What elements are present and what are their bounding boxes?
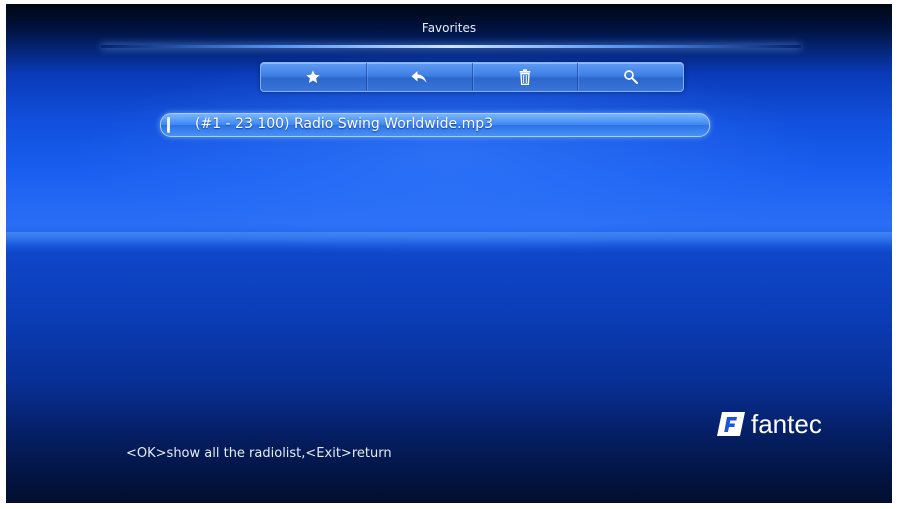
page-title: Favorites (421, 21, 477, 35)
search-button[interactable] (578, 63, 683, 91)
list-item[interactable]: (#1 - 23 100) Radio Swing Worldwide.mp3 (160, 113, 710, 137)
tv-screen: Favorites (#1 - 23 100) Radio Swing Worl… (6, 4, 892, 503)
key-hint: <OK>show all the radiolist,<Exit>return (126, 446, 392, 461)
list-item-label: (#1 - 23 100) Radio Swing Worldwide.mp3 (195, 116, 494, 132)
favorites-button[interactable] (261, 63, 367, 91)
brand-logo: fantec (716, 407, 822, 441)
back-arrow-icon (410, 69, 428, 85)
toolbar (260, 62, 684, 92)
selection-indicator (167, 117, 170, 133)
star-icon (305, 69, 321, 85)
delete-button[interactable] (473, 63, 579, 91)
trash-icon (518, 69, 532, 85)
brand-name: fantec (751, 408, 822, 439)
search-icon (623, 69, 639, 85)
fantec-logo-icon (717, 412, 745, 436)
background-horizon (6, 232, 892, 246)
title-divider (101, 45, 801, 48)
back-button[interactable] (367, 63, 473, 91)
